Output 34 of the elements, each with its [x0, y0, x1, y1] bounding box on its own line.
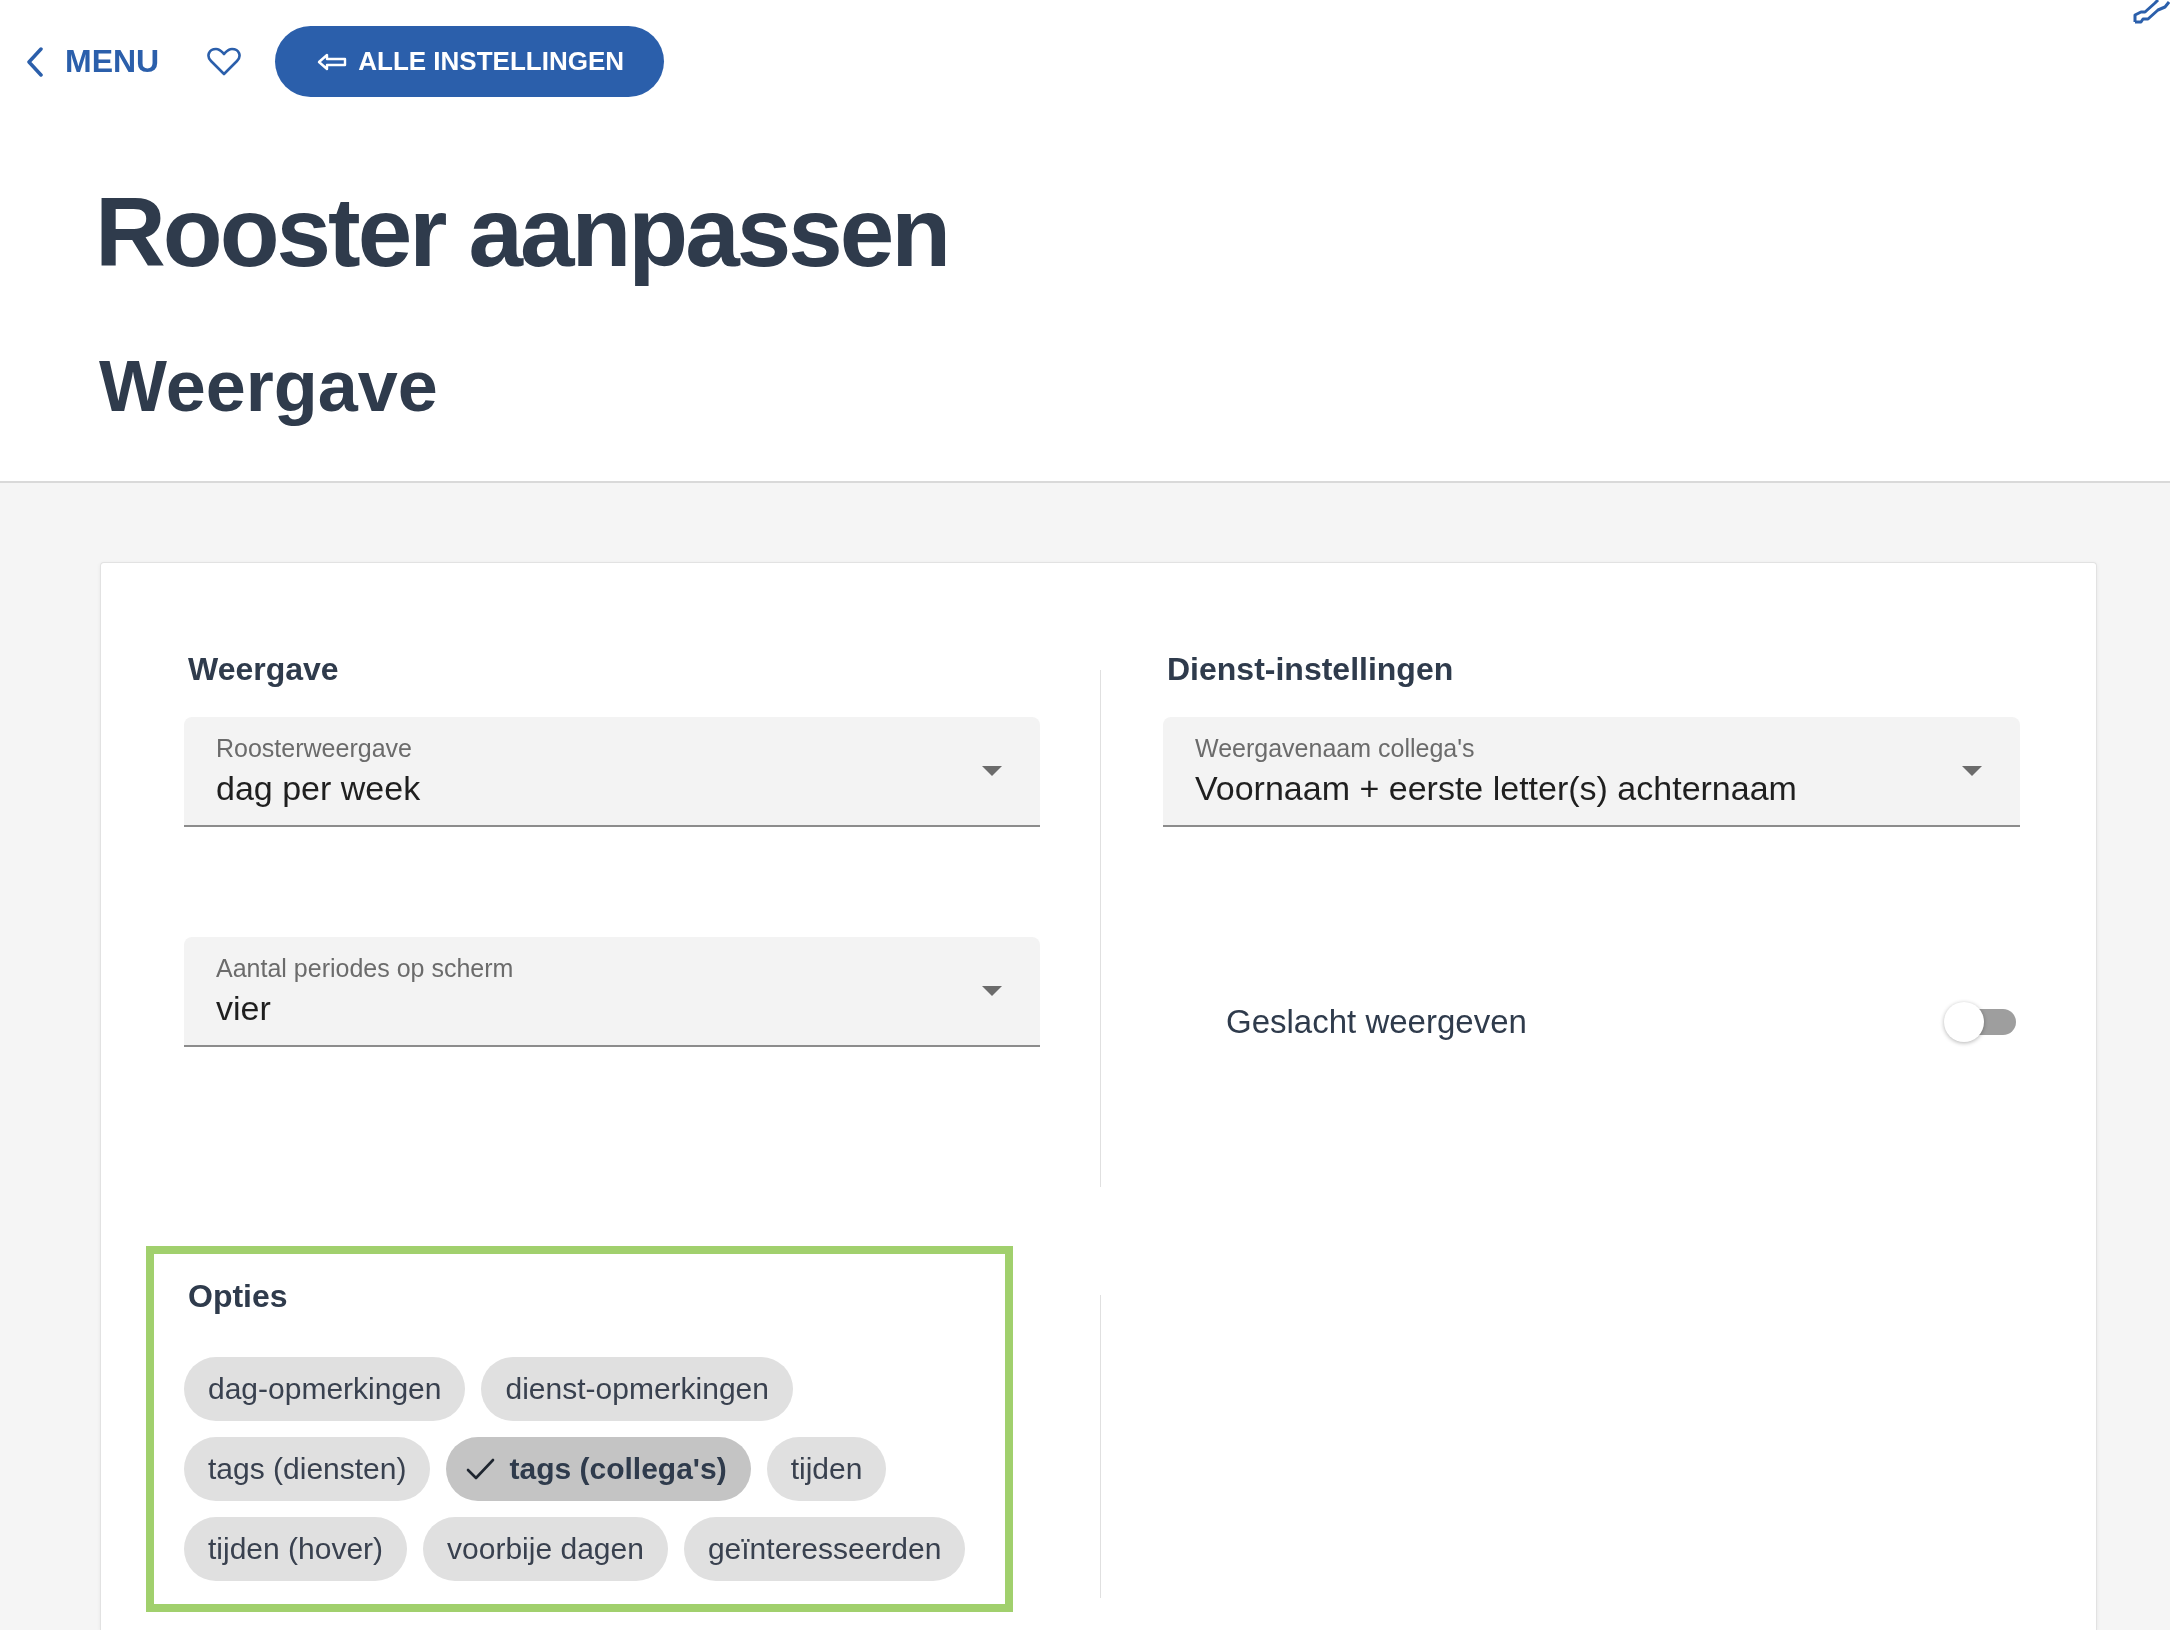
- option-chip[interactable]: tags (collega's): [446, 1437, 751, 1502]
- field-label: Roosterweergave: [216, 732, 412, 763]
- panel-heading: Dienst-instellingen: [1166, 650, 1454, 689]
- select-value: Voornaam + eerste letter(s) achternaam: [1195, 767, 1797, 809]
- check-icon: [466, 1458, 496, 1481]
- field-label: Aantal periodes op scherm: [216, 952, 514, 983]
- option-chip[interactable]: geïnteresseerden: [683, 1517, 966, 1582]
- options-heading: Opties: [187, 1276, 288, 1316]
- all-settings-button[interactable]: ALLE INSTELLINGEN: [275, 26, 664, 97]
- option-chip[interactable]: dag-opmerkingen: [184, 1357, 466, 1422]
- caret-down-icon: [982, 985, 1002, 996]
- switch-label: Geslacht weergeven: [1226, 1002, 1527, 1041]
- toggle-switch[interactable]: [1944, 1001, 2016, 1042]
- option-chip[interactable]: dienst-opmerkingen: [481, 1357, 793, 1422]
- section-title: Weergave: [99, 344, 438, 428]
- option-chip[interactable]: tags (diensten): [184, 1437, 431, 1502]
- select-field[interactable]: Roosterweergave dag per week: [184, 716, 1040, 827]
- caret-down-icon: [1962, 765, 1982, 776]
- option-chip[interactable]: tijden (hover): [184, 1517, 408, 1582]
- cut-off-icon[interactable]: [2132, 0, 2170, 24]
- heart-icon[interactable]: [207, 47, 242, 76]
- page-title: Rooster aanpassen: [95, 176, 949, 289]
- panel-heading: Weergave: [187, 650, 339, 689]
- select-value: dag per week: [216, 767, 421, 809]
- select-field[interactable]: Weergavenaam collega's Voornaam + eerste letter(s) achternaam: [1163, 716, 2020, 827]
- menu-link[interactable]: MENU: [26, 43, 160, 80]
- select-field[interactable]: Aantal periodes op scherm vier: [184, 936, 1040, 1047]
- select-value: vier: [216, 987, 271, 1029]
- field-label: Weergavenaam collega's: [1195, 732, 1475, 763]
- option-chip[interactable]: tijden: [766, 1437, 887, 1502]
- chevron-left-icon: [26, 46, 44, 77]
- option-chip[interactable]: voorbije dagen: [423, 1517, 668, 1582]
- caret-down-icon: [982, 765, 1002, 776]
- arrow-left-icon: [317, 52, 348, 71]
